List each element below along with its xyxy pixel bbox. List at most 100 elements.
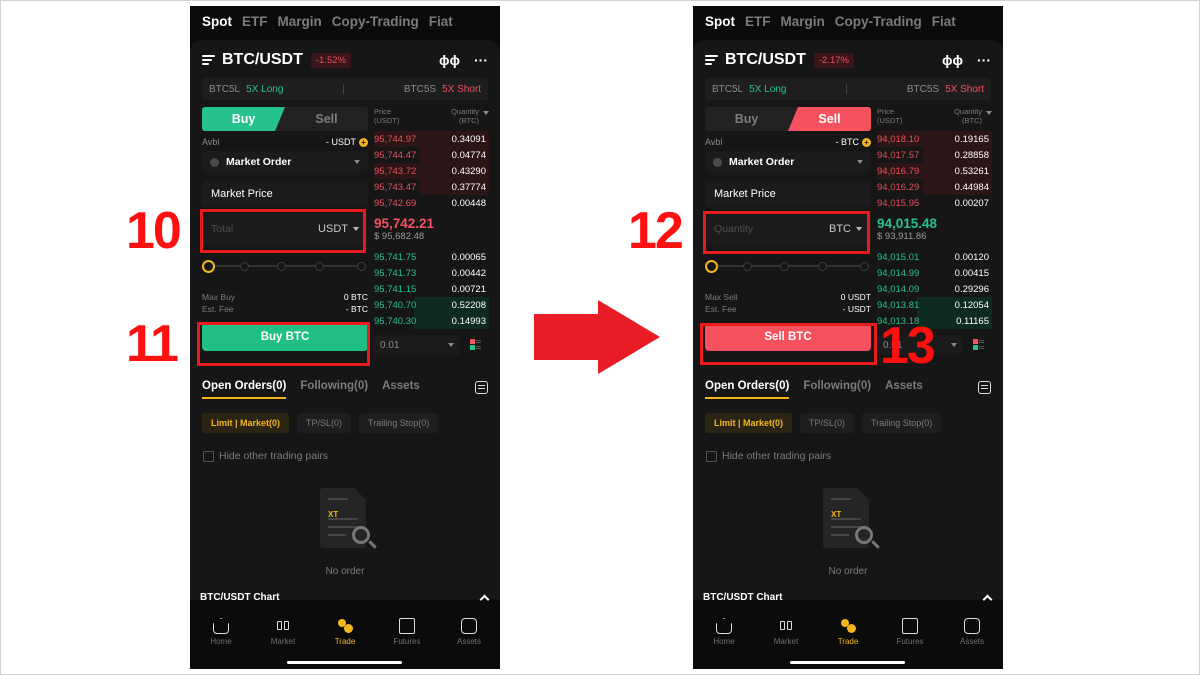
info-icon[interactable]	[713, 157, 722, 167]
chevron-up-icon[interactable]	[479, 594, 490, 604]
add-funds-icon[interactable]: +	[862, 137, 871, 147]
subtab-limit-market[interactable]: Limit | Market(0)	[705, 413, 793, 433]
tab-spot[interactable]: Spot	[705, 14, 735, 29]
nav-assets[interactable]: Assets	[444, 614, 494, 654]
tab-fiat[interactable]: Fiat	[429, 14, 453, 29]
slider-stop-100[interactable]	[860, 262, 869, 271]
tab-following[interactable]: Following(0)	[300, 380, 368, 392]
slider-stop-50[interactable]	[277, 262, 286, 271]
nav-home[interactable]: Home	[699, 614, 749, 654]
amount-unit-select[interactable]: BTC	[829, 223, 862, 235]
tab-etf[interactable]: ETF	[745, 14, 771, 29]
book-layout-icon[interactable]	[973, 339, 985, 351]
bid-row[interactable]: 95,741.15 0.00721	[374, 281, 489, 297]
bid-row[interactable]: 94,014.99 0.00415	[877, 265, 992, 281]
pair-title[interactable]: BTC/USDT	[725, 51, 806, 69]
tab-open-orders[interactable]: Open Orders(0)	[705, 380, 790, 399]
chart-toggle[interactable]: BTC/USDT Chart	[200, 592, 490, 604]
tab-margin[interactable]: Margin	[781, 14, 825, 29]
pair-title[interactable]: BTC/USDT	[222, 51, 303, 69]
nav-market[interactable]: Market	[258, 614, 308, 654]
bid-row[interactable]: 95,740.70 0.52208	[374, 297, 489, 313]
amount-slider[interactable]	[705, 259, 871, 273]
chevron-down-icon[interactable]	[986, 111, 992, 115]
bid-row[interactable]: 95,741.75 0.00065	[374, 249, 489, 265]
nav-market[interactable]: Market	[761, 614, 811, 654]
buy-tab[interactable]: Buy	[705, 107, 788, 131]
ask-row[interactable]: 94,015.95 0.00207	[877, 195, 992, 211]
tab-spot[interactable]: Spot	[202, 14, 232, 29]
ask-row[interactable]: 95,743.47 0.37774	[374, 179, 489, 195]
short-label[interactable]: 5X Short	[945, 84, 984, 95]
hide-pairs-checkbox[interactable]	[203, 450, 214, 462]
tab-copy-trading[interactable]: Copy-Trading	[332, 14, 419, 29]
info-icon[interactable]	[210, 157, 219, 167]
long-symbol[interactable]: BTC5L	[712, 84, 743, 95]
order-type-select[interactable]: Market Order	[705, 151, 871, 173]
tab-open-orders[interactable]: Open Orders(0)	[202, 380, 287, 399]
slider-stop-25[interactable]	[240, 262, 249, 271]
tab-fiat[interactable]: Fiat	[932, 14, 956, 29]
amount-slider[interactable]	[202, 259, 368, 273]
candlestick-chart-icon[interactable]: ɸɸ	[942, 52, 963, 68]
buy-tab[interactable]: Buy	[202, 107, 285, 131]
subtab-tpsl[interactable]: TP/SL(0)	[297, 413, 352, 433]
tab-assets[interactable]: Assets	[885, 380, 923, 392]
nav-assets[interactable]: Assets	[947, 614, 997, 654]
order-history-icon[interactable]	[475, 381, 488, 394]
nav-trade[interactable]: Trade	[823, 614, 873, 654]
slider-handle[interactable]	[202, 260, 215, 273]
subtab-trailing-stop[interactable]: Trailing Stop(0)	[359, 413, 439, 433]
hide-other-pairs[interactable]: Hide other trading pairs	[203, 450, 328, 462]
ask-row[interactable]: 95,744.47 0.04774	[374, 147, 489, 163]
short-label[interactable]: 5X Short	[442, 84, 481, 95]
long-label[interactable]: 5X Long	[749, 84, 786, 95]
more-icon[interactable]: ···	[977, 52, 991, 68]
amount-input[interactable]	[714, 223, 794, 235]
ask-row[interactable]: 95,742.69 0.00448	[374, 195, 489, 211]
ask-row[interactable]: 94,016.79 0.53261	[877, 163, 992, 179]
order-history-icon[interactable]	[978, 381, 991, 394]
candlestick-chart-icon[interactable]: ɸɸ	[439, 52, 460, 68]
ask-row[interactable]: 94,018.10 0.19165	[877, 131, 992, 147]
slider-handle[interactable]	[705, 260, 718, 273]
slider-stop-50[interactable]	[780, 262, 789, 271]
sell-btc-button[interactable]: Sell BTC	[705, 323, 871, 351]
depth-select[interactable]: 0.01	[374, 335, 460, 355]
chevron-down-icon[interactable]	[483, 111, 489, 115]
more-icon[interactable]: ···	[474, 52, 488, 68]
bid-row[interactable]: 95,740.30 0.14993	[374, 313, 489, 329]
tab-following[interactable]: Following(0)	[803, 380, 871, 392]
tab-margin[interactable]: Margin	[278, 14, 322, 29]
short-symbol[interactable]: BTC5S	[404, 84, 436, 95]
add-funds-icon[interactable]: +	[359, 137, 368, 147]
nav-futures[interactable]: Futures	[885, 614, 935, 654]
tab-assets[interactable]: Assets	[382, 380, 420, 392]
buy-btc-button[interactable]: Buy BTC	[202, 323, 368, 351]
long-label[interactable]: 5X Long	[246, 84, 283, 95]
amount-unit-select[interactable]: USDT	[318, 223, 359, 235]
slider-stop-100[interactable]	[357, 262, 366, 271]
nav-trade[interactable]: Trade	[320, 614, 370, 654]
tab-copy-trading[interactable]: Copy-Trading	[835, 14, 922, 29]
subtab-tpsl[interactable]: TP/SL(0)	[800, 413, 855, 433]
chart-toggle[interactable]: BTC/USDT Chart	[703, 592, 993, 604]
menu-icon[interactable]	[202, 55, 215, 65]
slider-stop-25[interactable]	[743, 262, 752, 271]
bid-row[interactable]: 94,015.01 0.00120	[877, 249, 992, 265]
tab-etf[interactable]: ETF	[242, 14, 268, 29]
subtab-trailing-stop[interactable]: Trailing Stop(0)	[862, 413, 942, 433]
sell-tab[interactable]: Sell	[285, 107, 368, 131]
hide-pairs-checkbox[interactable]	[706, 450, 717, 462]
ask-row[interactable]: 95,744.97 0.34091	[374, 131, 489, 147]
bid-row[interactable]: 94,013.81 0.12054	[877, 297, 992, 313]
slider-stop-75[interactable]	[818, 262, 827, 271]
order-type-select[interactable]: Market Order	[202, 151, 368, 173]
bid-row[interactable]: 95,741.73 0.00442	[374, 265, 489, 281]
long-symbol[interactable]: BTC5L	[209, 84, 240, 95]
chevron-up-icon[interactable]	[982, 594, 993, 604]
amount-input-field[interactable]: BTC	[705, 213, 871, 245]
amount-input-field[interactable]: USDT	[202, 213, 368, 245]
nav-futures[interactable]: Futures	[382, 614, 432, 654]
bid-row[interactable]: 94,014.09 0.29296	[877, 281, 992, 297]
